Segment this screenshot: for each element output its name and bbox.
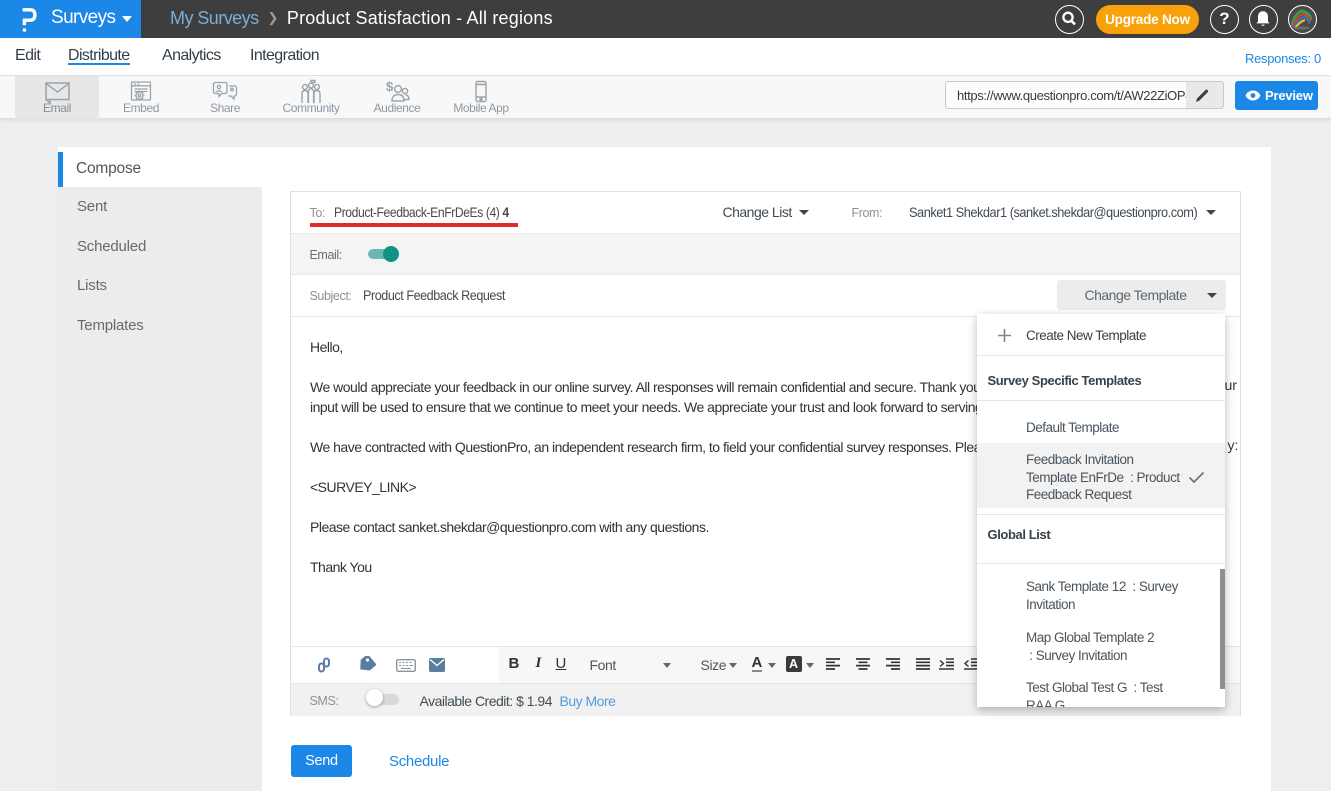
svg-text:$: $ [386, 79, 394, 94]
